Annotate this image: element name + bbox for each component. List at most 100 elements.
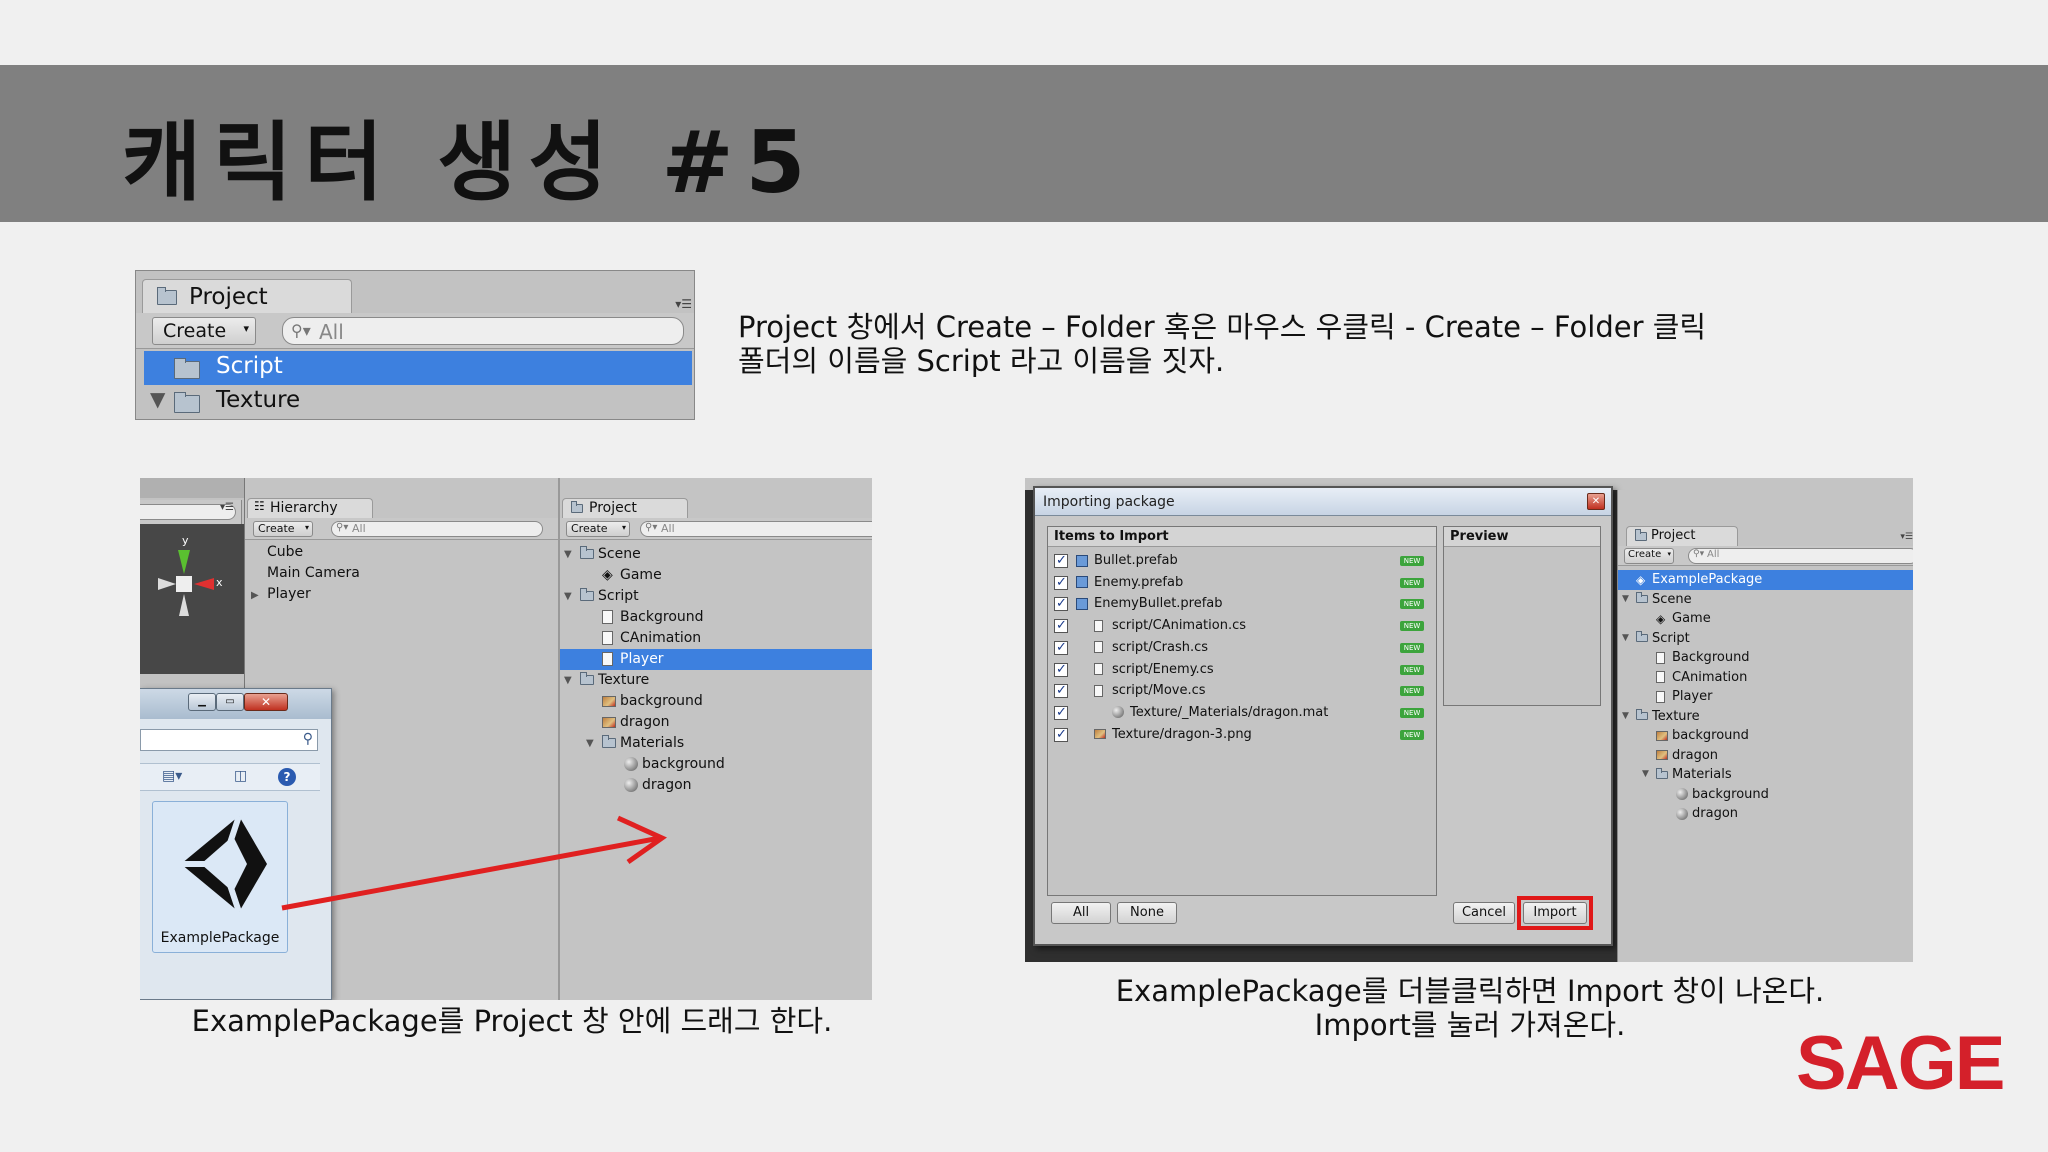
tree-item[interactable]: ▼ Script <box>1618 629 1913 649</box>
checkbox[interactable] <box>1054 703 1068 723</box>
create-button[interactable]: Create ▾ <box>152 317 256 345</box>
icon-wrap <box>602 607 613 628</box>
minimize-button[interactable]: ▁ <box>188 693 216 711</box>
import-item[interactable]: script/CAnimation.cs NEW <box>1054 616 1432 636</box>
project-tab[interactable]: Project <box>562 498 688 518</box>
checkbox[interactable] <box>1054 616 1068 636</box>
tree-item[interactable]: ▼ Scene <box>560 544 872 565</box>
icon-wrap: ◈ <box>1636 570 1645 590</box>
close-button[interactable]: ✕ <box>244 693 288 711</box>
package-label: ExamplePackage <box>160 930 280 946</box>
view-icon[interactable]: ▤▾ <box>162 768 182 784</box>
search-input[interactable]: ⚲▾ All <box>282 317 684 345</box>
search-input[interactable]: ⚲▾ All <box>1688 548 1913 564</box>
hierarchy-item[interactable]: Main Camera <box>267 565 360 581</box>
tree-item-label: background <box>642 756 725 772</box>
hierarchy-item[interactable]: Cube <box>267 544 303 560</box>
explorer-search-input[interactable]: ⚲ <box>140 729 318 751</box>
tree-item[interactable]: background <box>1618 785 1913 805</box>
panel-menu-icon[interactable]: ▾☰ <box>220 502 234 513</box>
tree-item[interactable]: CAnimation <box>1618 668 1913 688</box>
tree-item[interactable]: ◈ ExamplePackage <box>1618 570 1913 590</box>
script-file-icon <box>1094 684 1103 697</box>
tree-item[interactable]: ▼ Script <box>560 586 872 607</box>
tree-item-label: Scene <box>598 546 641 562</box>
folder-icon <box>571 501 583 513</box>
none-button[interactable]: None <box>1117 902 1177 924</box>
tree-item[interactable]: ◈ Game <box>560 565 872 586</box>
close-button[interactable]: ✕ <box>1587 493 1605 510</box>
all-button[interactable]: All <box>1051 902 1111 924</box>
tree-item[interactable]: ▼ Texture <box>560 670 872 691</box>
import-item[interactable]: Enemy.prefab NEW <box>1054 573 1432 593</box>
scene-view[interactable]: y x <box>140 524 244 674</box>
import-item[interactable]: Texture/_Materials/dragon.mat NEW <box>1054 703 1432 723</box>
search-input[interactable]: ⚲▾ All <box>331 521 543 537</box>
hierarchy-tab[interactable]: ☷ Hierarchy <box>247 498 373 518</box>
create-button[interactable]: Create ▾ <box>566 521 630 537</box>
maximize-button[interactable]: ▭ <box>216 693 244 711</box>
panel-menu-icon[interactable]: ▾☰ <box>675 297 692 311</box>
create-label: Create <box>1628 549 1662 560</box>
gizmo-neg-x-cone <box>158 578 176 590</box>
tree-item[interactable]: ◈ Game <box>1618 609 1913 629</box>
list-item-texture[interactable]: ▼ Texture <box>144 385 692 419</box>
tree-item[interactable]: background <box>1618 726 1913 746</box>
example-package-file[interactable]: ExamplePackage <box>152 801 288 953</box>
scene-gizmo[interactable]: y x <box>158 534 228 634</box>
folder-icon <box>1636 709 1648 720</box>
import-item[interactable]: Texture/dragon-3.png NEW <box>1054 725 1432 745</box>
checkbox[interactable] <box>1054 551 1068 571</box>
prefab-icon <box>1076 576 1088 589</box>
panel-menu-icon[interactable]: ▾☰ <box>1900 532 1913 542</box>
tree-item[interactable]: ▼ Texture <box>1618 707 1913 727</box>
tree-item[interactable]: Player <box>1618 687 1913 707</box>
tree-item-label: dragon <box>620 714 670 730</box>
checkbox[interactable] <box>1054 660 1068 680</box>
tree-item[interactable]: dragon <box>1618 746 1913 766</box>
tree-item[interactable]: dragon <box>560 712 872 733</box>
import-item[interactable]: script/Move.cs NEW <box>1054 681 1432 701</box>
new-badge: NEW <box>1400 556 1424 566</box>
hierarchy-item-player[interactable]: ▶ Player <box>251 586 311 602</box>
tree-item[interactable]: CAnimation <box>560 628 872 649</box>
tree-item[interactable]: Background <box>560 607 872 628</box>
tree-item-label: CAnimation <box>620 630 702 646</box>
project-tab[interactable]: Project <box>1626 526 1738 546</box>
create-button[interactable]: Create ▾ <box>253 521 313 537</box>
checkbox[interactable] <box>1054 681 1068 701</box>
expand-arrow-icon: ▼ <box>564 675 572 686</box>
script-file-icon <box>1656 690 1665 703</box>
import-item[interactable]: script/Enemy.cs NEW <box>1054 660 1432 680</box>
tree-item[interactable]: dragon <box>1618 804 1913 824</box>
tree-item-label: background <box>1692 786 1769 802</box>
tree-item[interactable]: dragon <box>560 775 872 796</box>
help-icon[interactable]: ? <box>278 768 296 786</box>
preview-pane-icon[interactable]: ◫ <box>234 768 247 784</box>
folder-icon <box>1656 767 1668 779</box>
cancel-button[interactable]: Cancel <box>1453 902 1515 924</box>
import-item[interactable]: EnemyBullet.prefab NEW <box>1054 594 1432 614</box>
tree-item[interactable]: background <box>560 754 872 775</box>
tree-item[interactable]: Background <box>1618 648 1913 668</box>
search-input[interactable]: ⚲▾ All <box>640 521 872 537</box>
checkbox[interactable] <box>1054 573 1068 593</box>
tree-item[interactable]: Player <box>560 649 872 670</box>
create-button[interactable]: Create ▾ <box>1624 548 1674 564</box>
import-item[interactable]: Bullet.prefab NEW <box>1054 551 1432 571</box>
checkbox[interactable] <box>1054 638 1068 658</box>
checkbox[interactable] <box>1054 725 1068 745</box>
list-item-script[interactable]: Script <box>144 351 692 385</box>
tree-item[interactable]: ▼ Scene <box>1618 590 1913 610</box>
search-icon: ⚲▾ <box>645 522 658 533</box>
expand-arrow-icon: ▼ <box>1642 769 1649 779</box>
checkbox[interactable] <box>1054 594 1068 614</box>
import-button[interactable]: Import <box>1523 902 1587 924</box>
tree-item[interactable]: ▼ Materials <box>560 733 872 754</box>
import-item[interactable]: script/Crash.cs NEW <box>1054 638 1432 658</box>
tree-item[interactable]: ▼ Materials <box>1618 765 1913 785</box>
tree-item-label: Script <box>1652 630 1690 646</box>
gizmo-x-cone <box>194 578 214 590</box>
project-tab[interactable]: Project <box>142 279 352 313</box>
tree-item[interactable]: background <box>560 691 872 712</box>
